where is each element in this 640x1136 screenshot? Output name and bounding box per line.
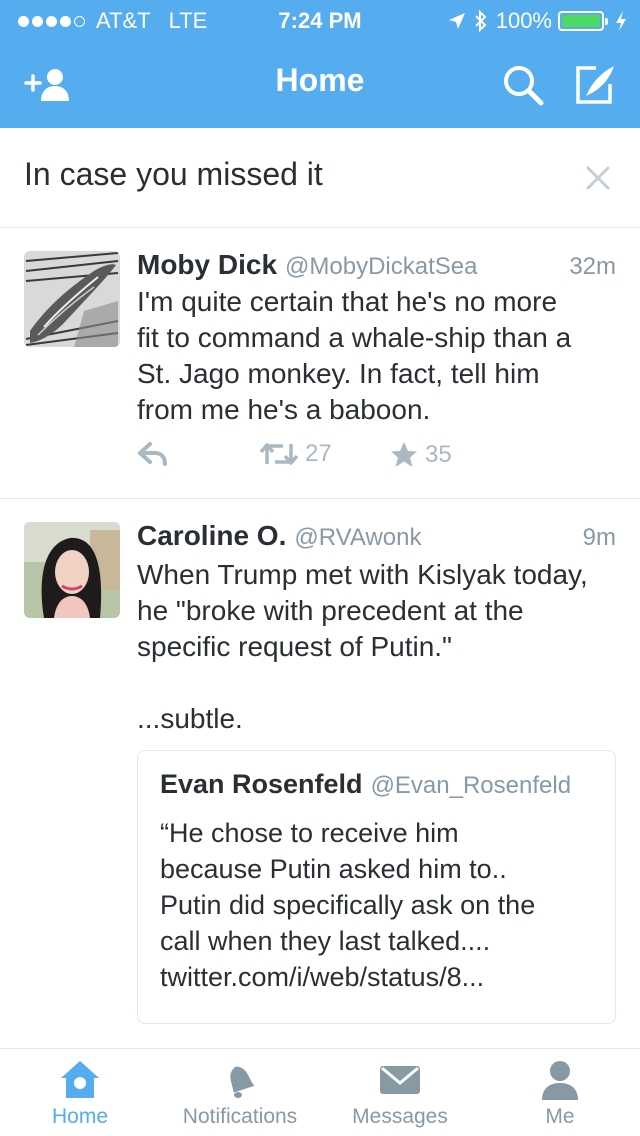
tab-label: Notifications [182,1105,298,1128]
app-header: AT&T LTE 7:24 PM 100% Home [0,0,640,128]
tweet-actions: 27 35 [137,440,557,480]
tab-label: Home [51,1105,109,1128]
envelope-icon [320,1057,480,1103]
tweet-text: When Trump met with Kislyak today, he "b… [137,559,588,734]
reply-button[interactable] [137,440,175,468]
nav-bar: Home [0,40,640,128]
author-handle[interactable]: @RVAwonk [294,524,421,551]
banner-title: In case you missed it [24,156,323,192]
tweet[interactable]: Moby Dick @MobyDickatSea 32m I'm quite ce… [0,229,640,499]
home-icon [0,1057,160,1103]
avatar[interactable] [24,522,120,618]
tweet-text: I'm quite certain that he's no more fit … [137,286,572,425]
reply-icon [138,442,167,466]
like-button[interactable]: 35 [389,440,452,470]
person-icon [480,1057,640,1103]
tab-notifications[interactable]: Notifications [160,1049,320,1136]
star-icon [391,442,417,467]
status-bar: AT&T LTE 7:24 PM 100% [0,0,640,40]
status-right: 100% [448,8,628,34]
tweet-time: 32m [569,253,616,280]
tweet-time: 9m [582,524,616,551]
bluetooth-icon [475,10,487,32]
tab-me[interactable]: Me [480,1049,640,1136]
tab-label: Messages [352,1105,448,1128]
avatar[interactable] [24,251,120,347]
charging-bolt-icon [616,11,626,31]
author-name[interactable]: Caroline O. [137,520,286,551]
battery-percent: 100% [495,8,552,33]
close-icon[interactable] [578,158,618,198]
author-name[interactable]: Moby Dick [137,249,277,280]
retweet-count: 27 [305,440,332,467]
compose-icon[interactable] [570,62,620,108]
retweet-button[interactable]: 27 [259,440,332,468]
quoted-author-name: Evan Rosenfeld [160,769,363,799]
retweet-icon [259,443,299,465]
author-handle[interactable]: @MobyDickatSea [285,253,477,280]
bell-icon [160,1057,320,1103]
quoted-tweet-text: “He chose to receive him because Putin a… [160,818,536,992]
missed-banner: In case you missed it [0,128,640,228]
battery-icon [558,11,608,31]
quoted-author-handle: @Evan_Rosenfeld [370,772,572,799]
tab-messages[interactable]: Messages [320,1049,480,1136]
tweet-header: Caroline O. @RVAwonk 9m [137,520,616,554]
location-arrow-icon [448,13,465,29]
tab-bar: Home Notifications Messages Me [0,1048,640,1136]
tweet[interactable]: Caroline O. @RVAwonk 9m When Trump met wi… [0,500,640,1048]
tab-label: Me [545,1105,575,1128]
quoted-tweet-header: Evan Rosenfeld @Evan_Rosenfeld [160,769,571,800]
tweet-header: Moby Dick @MobyDickatSea 32m [137,249,616,283]
quoted-tweet[interactable]: Evan Rosenfeld @Evan_Rosenfeld “He chose … [137,750,616,1024]
like-count: 35 [425,441,452,468]
tab-home[interactable]: Home [0,1049,160,1136]
search-icon[interactable] [498,62,548,108]
